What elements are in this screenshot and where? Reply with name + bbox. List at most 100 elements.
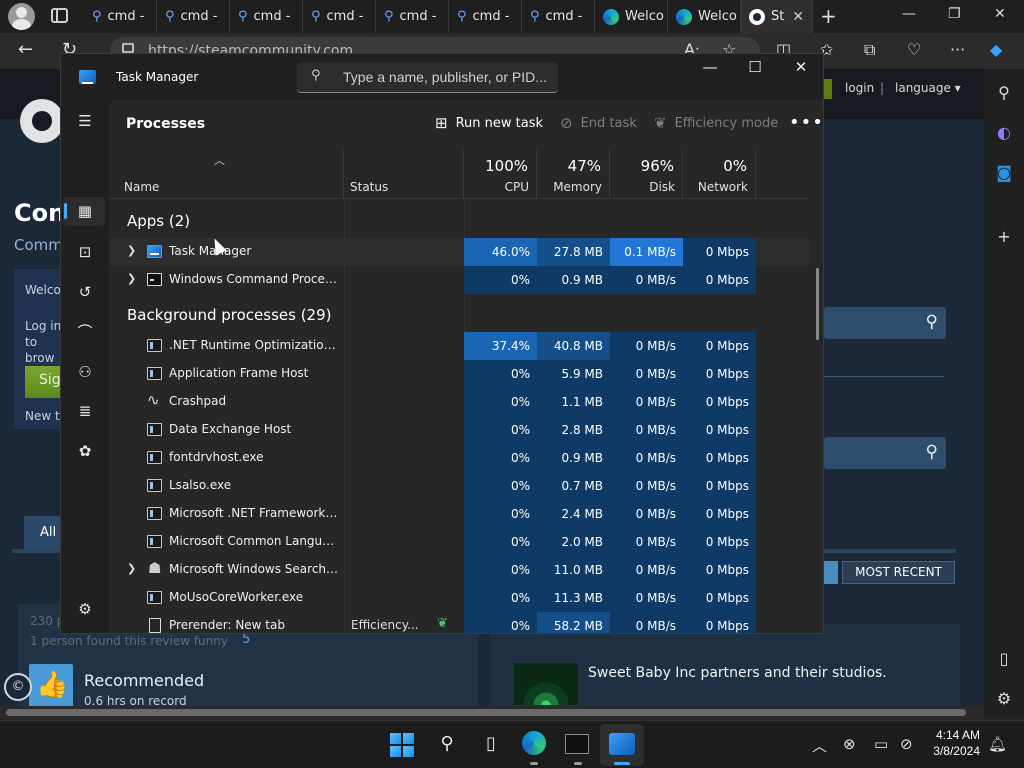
process-row[interactable]: MoUsoCoreWorker.exe 0% 11.3 MB 0 MB/s 0 Mbps bbox=[109, 584, 809, 612]
column-name[interactable]: Name bbox=[109, 150, 344, 198]
login-link[interactable]: login bbox=[845, 81, 874, 95]
background-group-header[interactable]: Background processes (29) bbox=[127, 306, 332, 324]
browser-tab[interactable]: ⚲ cmd - bbox=[84, 0, 157, 33]
expand-chevron-icon[interactable]: ❯ bbox=[127, 562, 136, 575]
process-row[interactable]: Microsoft .NET Framework op... 0% 2.4 MB 0 … bbox=[109, 500, 809, 528]
column-memory[interactable]: 47% Memory bbox=[537, 150, 610, 198]
search-input[interactable] bbox=[343, 67, 548, 87]
close-window-icon[interactable]: ✕ bbox=[994, 6, 1006, 22]
process-row[interactable]: ❯ Microsoft Windows Search In... 0%11.0 MB… bbox=[109, 556, 809, 584]
profile-avatar-icon[interactable] bbox=[8, 3, 35, 30]
network-disconnected-icon[interactable]: ⊗ bbox=[843, 735, 856, 753]
process-disk-cell: 0 MB/s bbox=[610, 472, 683, 500]
add-sidebar-icon[interactable]: + bbox=[994, 227, 1014, 247]
column-network[interactable]: 0% Network bbox=[683, 150, 756, 198]
new-tab-icon[interactable]: + bbox=[820, 4, 837, 28]
apps-group-header[interactable]: Apps (2) bbox=[127, 212, 190, 230]
more-options-icon[interactable]: ••• bbox=[789, 112, 823, 133]
efficiency-mode-button[interactable]: ❦ Efficiency mode bbox=[654, 114, 778, 132]
performance-icon[interactable]: ♡ bbox=[907, 40, 921, 59]
restore-icon[interactable]: ❐ bbox=[948, 6, 961, 22]
file-icon[interactable]: ▯ bbox=[478, 731, 504, 757]
language-dropdown[interactable]: language ▾ bbox=[895, 81, 961, 95]
column-disk[interactable]: 96% Disk bbox=[610, 150, 683, 198]
settings-more-icon[interactable]: ··· bbox=[950, 40, 965, 59]
close-tab-icon[interactable]: ✕ bbox=[792, 9, 804, 25]
edge-taskbar-button[interactable] bbox=[522, 731, 548, 757]
browser-tab[interactable]: ⚲ cmd - bbox=[449, 0, 522, 33]
processes-icon[interactable]: ▦ bbox=[74, 200, 96, 222]
process-row[interactable]: Lsalso.exe 0% 0.7 MB 0 MB/s 0 Mbps bbox=[109, 472, 809, 500]
column-cpu[interactable]: 100% CPU bbox=[464, 150, 537, 198]
page-title: Processes bbox=[126, 116, 206, 132]
sidebar-settings-icon[interactable]: ⚙ bbox=[994, 689, 1014, 709]
cpu-total: 100% bbox=[485, 157, 528, 175]
run-new-task-button[interactable]: ⊞ Run new task bbox=[435, 114, 543, 132]
hamburger-menu-icon[interactable]: ☰ bbox=[74, 110, 96, 132]
back-icon[interactable]: ← bbox=[18, 39, 33, 60]
app-history-icon[interactable]: ↺ bbox=[74, 281, 96, 303]
horizontal-scrollbar[interactable] bbox=[0, 706, 984, 719]
settings-gear-icon[interactable]: ⚙ bbox=[74, 600, 96, 622]
notification-bell-icon[interactable]: 🔔︎ bbox=[988, 735, 1007, 753]
process-row[interactable]: Prerender: New tab Efficiency... ❦ 0% 58.2 M… bbox=[109, 612, 809, 633]
copilot-sidebar-icon[interactable]: ◐ bbox=[994, 123, 1014, 143]
terminal-taskbar-button[interactable] bbox=[565, 731, 591, 757]
memory-total: 47% bbox=[567, 157, 601, 175]
expand-chevron-icon[interactable]: ❯ bbox=[127, 244, 136, 257]
details-icon[interactable]: ≣ bbox=[74, 400, 96, 422]
search-icon[interactable]: ⚲ bbox=[434, 731, 460, 757]
vertical-scrollbar[interactable] bbox=[816, 268, 819, 340]
startup-apps-icon[interactable]: ⌒ bbox=[74, 321, 96, 343]
process-row[interactable]: .NET Runtime Optimization Se... 37.4%40.8… bbox=[109, 332, 809, 360]
browser-tab[interactable]: Welco bbox=[595, 0, 668, 33]
title-bar[interactable]: Task Manager ⚲ — ☐ ✕ bbox=[61, 54, 823, 100]
process-name: fontdrvhost.exe bbox=[169, 450, 264, 464]
minimize-button[interactable]: — bbox=[695, 58, 725, 76]
steam-search-input-2[interactable]: ⚲ bbox=[824, 437, 946, 469]
show-hidden-icons-chevron-icon[interactable]: ︿ bbox=[812, 735, 827, 756]
most-recent-button[interactable]: MOST RECENT bbox=[842, 561, 955, 584]
browser-tab[interactable]: ⚲ cmd - bbox=[303, 0, 376, 33]
tab-actions-icon[interactable] bbox=[51, 8, 68, 23]
collections-icon[interactable]: ⧉ bbox=[864, 40, 875, 60]
process-row[interactable]: Crashpad 0%1.1 MB0 MB/s0 Mbps bbox=[109, 388, 809, 416]
browser-tab[interactable]: St ✕ bbox=[741, 0, 813, 33]
funny-text: 1 person found this review funny bbox=[30, 634, 228, 648]
start-button[interactable] bbox=[390, 733, 414, 757]
expand-chevron-icon[interactable]: ❯ bbox=[127, 272, 136, 285]
task-manager-taskbar-button[interactable] bbox=[609, 731, 635, 757]
process-row[interactable]: fontdrvhost.exe 0% 0.9 MB 0 MB/s 0 Mbps bbox=[109, 444, 809, 472]
volume-muted-icon[interactable]: ⊘ bbox=[900, 735, 913, 753]
copilot-icon[interactable]: ◆ bbox=[990, 40, 1002, 59]
services-icon[interactable]: ✿ bbox=[74, 440, 96, 462]
hide-sidebar-icon[interactable]: ▯ bbox=[994, 649, 1014, 669]
browser-tab[interactable]: Welco bbox=[668, 0, 741, 33]
display-icon[interactable]: ▭ bbox=[874, 735, 888, 753]
close-button[interactable]: ✕ bbox=[786, 58, 816, 76]
steam-search-input[interactable]: ⚲ bbox=[824, 307, 946, 339]
process-row[interactable]: Data Exchange Host 0% 2.8 MB 0 MB/s 0 Mbps bbox=[109, 416, 809, 444]
browser-tab[interactable]: ⚲ cmd - bbox=[157, 0, 230, 33]
outlook-icon[interactable]: ◙ bbox=[994, 163, 1014, 183]
process-disk-cell: 0 MB/s bbox=[610, 332, 683, 360]
process-row[interactable]: Application Frame Host 0% 5.9 MB 0 MB/s 0 Mb… bbox=[109, 360, 809, 388]
end-task-button[interactable]: ⊘ End task bbox=[560, 114, 637, 132]
sort-option[interactable] bbox=[824, 561, 838, 584]
column-status[interactable]: Status bbox=[344, 150, 464, 198]
browser-tab[interactable]: ⚲ cmd - bbox=[230, 0, 303, 33]
users-icon[interactable]: ⚇ bbox=[74, 361, 96, 383]
performance-icon[interactable]: ⊡ bbox=[74, 241, 96, 263]
steam-logo-icon[interactable] bbox=[20, 99, 64, 143]
process-row[interactable]: ❯ Windows Command Processor 0% 0.9 MB 0 MB/s… bbox=[109, 266, 809, 294]
process-row[interactable]: Microsoft Common Language... 0% 2.0 MB 0 MB… bbox=[109, 528, 809, 556]
terminal-icon bbox=[565, 734, 589, 754]
minimize-icon[interactable]: — bbox=[902, 6, 916, 22]
process-search[interactable]: ⚲ bbox=[297, 62, 558, 93]
browser-tab[interactable]: ⚲ cmd - bbox=[376, 0, 449, 33]
clock[interactable]: 4:14 AM 3/8/2024 bbox=[918, 727, 980, 759]
browser-tab[interactable]: ⚲ cmd - bbox=[522, 0, 595, 33]
maximize-button[interactable]: ☐ bbox=[740, 58, 770, 76]
process-mem-cell: 2.8 MB bbox=[537, 416, 610, 444]
search-icon[interactable]: ⚲ bbox=[994, 83, 1014, 103]
